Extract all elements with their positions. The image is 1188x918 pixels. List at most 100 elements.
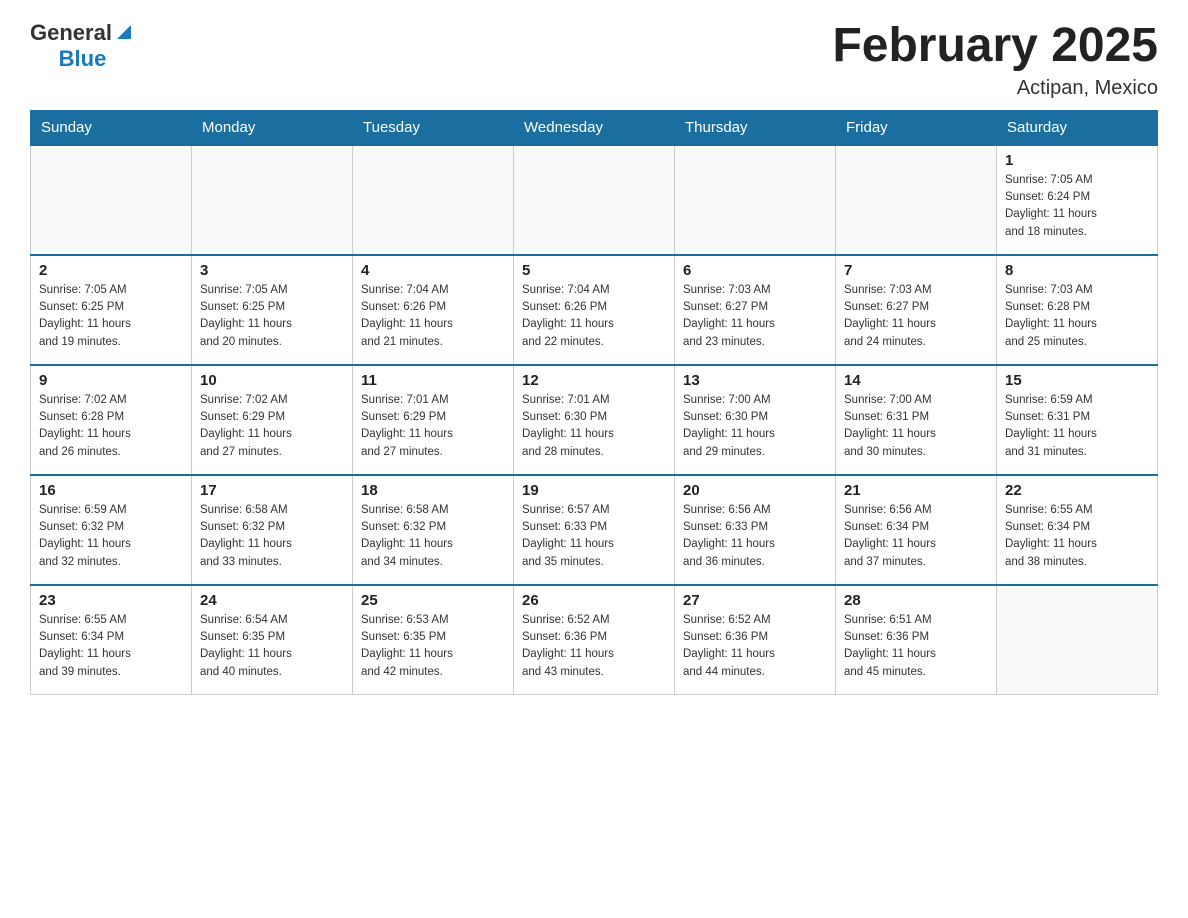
calendar-day-cell (514, 145, 675, 255)
logo: General Blue (30, 20, 135, 72)
day-number: 7 (844, 262, 988, 279)
day-number: 15 (1005, 372, 1149, 389)
day-number: 16 (39, 482, 183, 499)
calendar-body: 1 Sunrise: 7:05 AM Sunset: 6:24 PM Daylig… (31, 145, 1158, 695)
day-number: 10 (200, 372, 344, 389)
day-info: Sunrise: 6:53 AM Sunset: 6:35 PM Dayligh… (361, 612, 505, 681)
day-info: Sunrise: 6:58 AM Sunset: 6:32 PM Dayligh… (361, 502, 505, 571)
day-info: Sunrise: 7:01 AM Sunset: 6:30 PM Dayligh… (522, 392, 666, 461)
day-info: Sunrise: 6:55 AM Sunset: 6:34 PM Dayligh… (39, 612, 183, 681)
day-info: Sunrise: 6:59 AM Sunset: 6:32 PM Dayligh… (39, 502, 183, 571)
day-info: Sunrise: 7:02 AM Sunset: 6:29 PM Dayligh… (200, 392, 344, 461)
calendar-day-cell: 19 Sunrise: 6:57 AM Sunset: 6:33 PM Dayli… (514, 475, 675, 585)
day-number: 22 (1005, 482, 1149, 499)
calendar-day-cell: 28Sunrise: 6:51 AM Sunset: 6:36 PM Dayli… (836, 585, 997, 695)
calendar-week-row: 9Sunrise: 7:02 AM Sunset: 6:28 PM Daylig… (31, 365, 1158, 475)
calendar-day-cell (836, 145, 997, 255)
day-number: 8 (1005, 262, 1149, 279)
calendar-week-row: 1 Sunrise: 7:05 AM Sunset: 6:24 PM Daylig… (31, 145, 1158, 255)
day-info: Sunrise: 7:03 AM Sunset: 6:28 PM Dayligh… (1005, 282, 1149, 351)
day-info: Sunrise: 6:58 AM Sunset: 6:32 PM Dayligh… (200, 502, 344, 571)
day-number: 3 (200, 262, 344, 279)
day-number: 1 (1005, 152, 1149, 169)
day-info: Sunrise: 6:52 AM Sunset: 6:36 PM Dayligh… (522, 612, 666, 681)
calendar-day-cell (192, 145, 353, 255)
month-title: February 2025 (832, 20, 1158, 73)
calendar-header: SundayMondayTuesdayWednesdayThursdayFrid… (31, 110, 1158, 145)
day-number: 21 (844, 482, 988, 499)
calendar-day-cell (675, 145, 836, 255)
day-info: Sunrise: 7:05 AM Sunset: 6:25 PM Dayligh… (39, 282, 183, 351)
day-number: 28 (844, 592, 988, 609)
title-block: February 2025 Actipan, Mexico (832, 20, 1158, 100)
day-info: Sunrise: 7:05 AM Sunset: 6:25 PM Dayligh… (200, 282, 344, 351)
calendar-day-cell: 27 Sunrise: 6:52 AM Sunset: 6:36 PM Dayli… (675, 585, 836, 695)
day-number: 25 (361, 592, 505, 609)
day-number: 14 (844, 372, 988, 389)
calendar-table: SundayMondayTuesdayWednesdayThursdayFrid… (30, 110, 1158, 696)
calendar-day-cell: 7 Sunrise: 7:03 AM Sunset: 6:27 PM Daylig… (836, 255, 997, 365)
day-number: 11 (361, 372, 505, 389)
day-info: Sunrise: 7:05 AM Sunset: 6:24 PM Dayligh… (1005, 172, 1149, 241)
day-info: Sunrise: 7:00 AM Sunset: 6:30 PM Dayligh… (683, 392, 827, 461)
day-of-week-header: Sunday (31, 110, 192, 145)
calendar-week-row: 23 Sunrise: 6:55 AM Sunset: 6:34 PM Dayli… (31, 585, 1158, 695)
calendar-week-row: 2 Sunrise: 7:05 AM Sunset: 6:25 PM Daylig… (31, 255, 1158, 365)
calendar-day-cell (353, 145, 514, 255)
calendar-day-cell: 11 Sunrise: 7:01 AM Sunset: 6:29 PM Dayli… (353, 365, 514, 475)
logo-blue-text: Blue (59, 46, 107, 71)
calendar-day-cell: 23 Sunrise: 6:55 AM Sunset: 6:34 PM Dayli… (31, 585, 192, 695)
calendar-week-row: 16 Sunrise: 6:59 AM Sunset: 6:32 PM Dayli… (31, 475, 1158, 585)
day-of-week-header: Thursday (675, 110, 836, 145)
calendar-day-cell: 26 Sunrise: 6:52 AM Sunset: 6:36 PM Dayli… (514, 585, 675, 695)
logo-triangle-icon (113, 21, 135, 43)
day-info: Sunrise: 7:03 AM Sunset: 6:27 PM Dayligh… (683, 282, 827, 351)
logo-icon: General Blue (30, 20, 135, 72)
calendar-day-cell: 4 Sunrise: 7:04 AM Sunset: 6:26 PM Daylig… (353, 255, 514, 365)
calendar-day-cell: 10 Sunrise: 7:02 AM Sunset: 6:29 PM Dayli… (192, 365, 353, 475)
calendar-day-cell: 14 Sunrise: 7:00 AM Sunset: 6:31 PM Dayli… (836, 365, 997, 475)
calendar-day-cell: 12Sunrise: 7:01 AM Sunset: 6:30 PM Dayli… (514, 365, 675, 475)
day-number: 27 (683, 592, 827, 609)
calendar-day-cell: 15Sunrise: 6:59 AM Sunset: 6:31 PM Dayli… (997, 365, 1158, 475)
day-number: 13 (683, 372, 827, 389)
day-of-week-header: Friday (836, 110, 997, 145)
day-info: Sunrise: 7:03 AM Sunset: 6:27 PM Dayligh… (844, 282, 988, 351)
calendar-day-cell (997, 585, 1158, 695)
day-info: Sunrise: 7:00 AM Sunset: 6:31 PM Dayligh… (844, 392, 988, 461)
day-number: 23 (39, 592, 183, 609)
day-info: Sunrise: 6:52 AM Sunset: 6:36 PM Dayligh… (683, 612, 827, 681)
day-number: 19 (522, 482, 666, 499)
calendar-day-cell: 8 Sunrise: 7:03 AM Sunset: 6:28 PM Daylig… (997, 255, 1158, 365)
day-of-week-header: Wednesday (514, 110, 675, 145)
day-number: 26 (522, 592, 666, 609)
day-number: 6 (683, 262, 827, 279)
calendar-day-cell: 1 Sunrise: 7:05 AM Sunset: 6:24 PM Daylig… (997, 145, 1158, 255)
calendar-day-cell: 18 Sunrise: 6:58 AM Sunset: 6:32 PM Dayli… (353, 475, 514, 585)
page-header: General Blue February 2025 Actipan, Mexi… (30, 20, 1158, 100)
day-number: 18 (361, 482, 505, 499)
logo-general-text: General (30, 20, 112, 46)
calendar-day-cell: 16 Sunrise: 6:59 AM Sunset: 6:32 PM Dayli… (31, 475, 192, 585)
calendar-day-cell: 9Sunrise: 7:02 AM Sunset: 6:28 PM Daylig… (31, 365, 192, 475)
day-number: 4 (361, 262, 505, 279)
day-info: Sunrise: 6:56 AM Sunset: 6:33 PM Dayligh… (683, 502, 827, 571)
day-number: 20 (683, 482, 827, 499)
day-number: 17 (200, 482, 344, 499)
day-number: 24 (200, 592, 344, 609)
day-info: Sunrise: 6:55 AM Sunset: 6:34 PM Dayligh… (1005, 502, 1149, 571)
day-info: Sunrise: 6:57 AM Sunset: 6:33 PM Dayligh… (522, 502, 666, 571)
day-info: Sunrise: 7:04 AM Sunset: 6:26 PM Dayligh… (361, 282, 505, 351)
day-number: 9 (39, 372, 183, 389)
day-of-week-header: Monday (192, 110, 353, 145)
day-number: 5 (522, 262, 666, 279)
day-info: Sunrise: 7:01 AM Sunset: 6:29 PM Dayligh… (361, 392, 505, 461)
calendar-day-cell: 21 Sunrise: 6:56 AM Sunset: 6:34 PM Dayli… (836, 475, 997, 585)
day-info: Sunrise: 6:54 AM Sunset: 6:35 PM Dayligh… (200, 612, 344, 681)
day-info: Sunrise: 7:04 AM Sunset: 6:26 PM Dayligh… (522, 282, 666, 351)
day-number: 2 (39, 262, 183, 279)
day-info: Sunrise: 6:56 AM Sunset: 6:34 PM Dayligh… (844, 502, 988, 571)
calendar-day-cell (31, 145, 192, 255)
calendar-day-cell: 17 Sunrise: 6:58 AM Sunset: 6:32 PM Dayli… (192, 475, 353, 585)
day-of-week-header: Saturday (997, 110, 1158, 145)
